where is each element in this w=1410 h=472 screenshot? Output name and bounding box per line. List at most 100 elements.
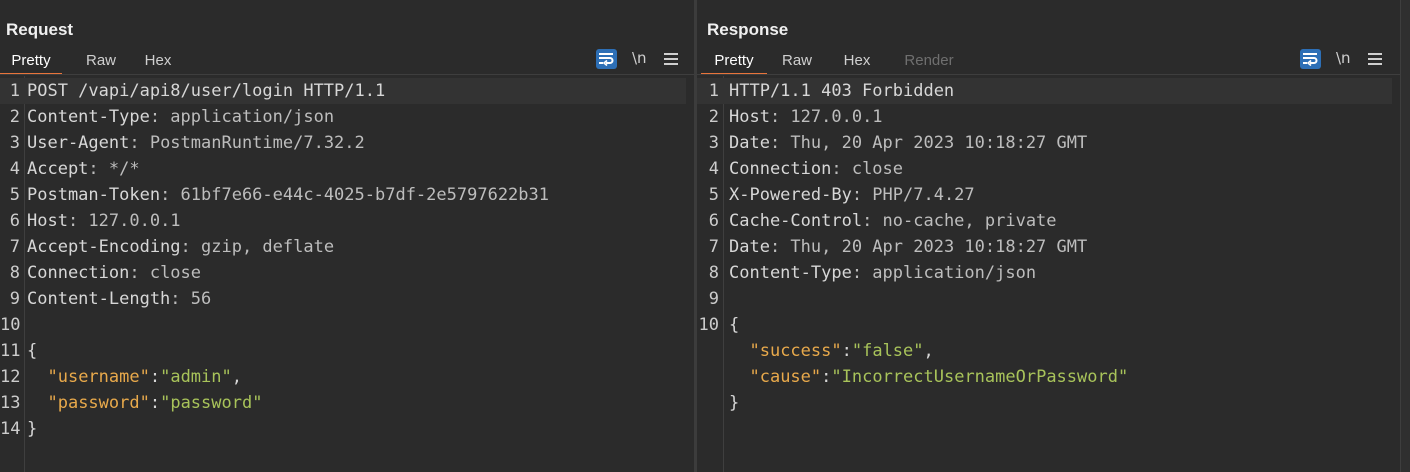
code-token: X-Powered-By xyxy=(729,185,852,205)
line-number: 8 xyxy=(708,263,719,283)
response-code-line[interactable]: 2 Host: 127.0.0.1 xyxy=(697,104,1392,130)
code-token: : 61bf7e66-e44c-4025-b7df-2e5797622b31 xyxy=(160,185,549,205)
line-content: Cache-Control: no-cache, private xyxy=(729,208,1057,234)
response-code-line[interactable]: } xyxy=(697,390,1392,416)
request-code-line[interactable]: 2 Content-Type: application/json xyxy=(0,104,686,130)
code-token: "password" xyxy=(160,393,263,413)
response-code-line[interactable]: 5 X-Powered-By: PHP/7.4.27 xyxy=(697,182,1392,208)
code-token: { xyxy=(27,341,38,361)
request-code-line[interactable]: 14} xyxy=(0,416,686,442)
request-tab-hex[interactable]: Hex xyxy=(132,51,184,73)
request-code-line[interactable]: 12 "username":"admin", xyxy=(0,364,686,390)
request-code-line[interactable]: 8 Connection: close xyxy=(0,260,686,286)
request-menu-icon[interactable] xyxy=(664,50,678,68)
line-number: 6 xyxy=(708,211,719,231)
word-wrap-icon xyxy=(1303,53,1318,66)
request-tabs: Pretty Raw Hex xyxy=(0,51,184,75)
response-code-line[interactable]: 9 xyxy=(697,286,1392,312)
code-token: Host xyxy=(27,211,68,231)
request-code-line[interactable]: 11 { xyxy=(0,338,686,364)
code-token: { xyxy=(729,315,740,335)
code-token: Accept-Encoding xyxy=(27,237,181,257)
code-token: Content-Length xyxy=(27,289,171,309)
request-editor[interactable]: 1 POST /vapi/api8/user/login HTTP/1.1 2 Con… xyxy=(0,76,694,472)
request-tab-divider xyxy=(0,74,694,75)
request-tab-pretty[interactable]: Pretty xyxy=(0,51,62,75)
response-editor[interactable]: 1 HTTP/1.1 403 Forbidden 2 Host: 127.0.0.1 3… xyxy=(697,76,1400,472)
line-content: Connection: close xyxy=(729,156,903,182)
line-content: Host: 127.0.0.1 xyxy=(729,104,883,130)
response-code-line[interactable]: "success":"false", xyxy=(697,338,1392,364)
code-token: : */* xyxy=(88,159,140,179)
response-code-line[interactable]: 6 Cache-Control: no-cache, private xyxy=(697,208,1392,234)
code-token: "username" xyxy=(47,367,150,387)
response-tab-render[interactable]: Render xyxy=(889,51,969,73)
code-token: } xyxy=(27,419,38,439)
response-code-line[interactable]: 8 Content-Type: application/json xyxy=(697,260,1392,286)
response-code-line[interactable]: 7 Date: Thu, 20 Apr 2023 10:18:27 GMT xyxy=(697,234,1392,260)
line-number: 11 xyxy=(0,341,21,361)
line-number: 10 xyxy=(698,315,719,335)
code-token: : xyxy=(841,341,852,361)
line-content: } xyxy=(27,416,37,442)
request-code-line[interactable]: 10 xyxy=(0,312,686,338)
request-code-line[interactable]: 4 Accept: */* xyxy=(0,156,686,182)
code-token: : 127.0.0.1 xyxy=(67,211,181,231)
request-show-newlines-button[interactable]: \n xyxy=(632,49,647,67)
line-content: X-Powered-By: PHP/7.4.27 xyxy=(729,182,975,208)
request-code-line[interactable]: 7 Accept-Encoding: gzip, deflate xyxy=(0,234,686,260)
request-code-line[interactable]: 5 Postman-Token: 61bf7e66-e44c-4025-b7df-… xyxy=(0,182,686,208)
code-token: Host xyxy=(729,107,770,127)
line-content: Content-Length: 56 xyxy=(27,286,211,312)
line-number: 14 xyxy=(0,419,21,439)
response-code-line[interactable]: 1 HTTP/1.1 403 Forbidden xyxy=(697,78,1392,104)
line-number: 1 xyxy=(708,81,719,101)
code-token: Accept xyxy=(27,159,89,179)
line-content: "password":"password" xyxy=(27,390,262,416)
response-code-line[interactable]: 4 Connection: close xyxy=(697,156,1392,182)
line-content: Host: 127.0.0.1 xyxy=(27,208,181,234)
line-content: HTTP/1.1 403 Forbidden xyxy=(729,78,954,104)
code-token: POST /vapi/api8/user/login HTTP/1.1 xyxy=(27,81,386,101)
response-code-line[interactable]: "cause":"IncorrectUsernameOrPassword" xyxy=(697,364,1392,390)
code-token: : application/json xyxy=(851,263,1037,283)
code-token: : PostmanRuntime/7.32.2 xyxy=(129,133,365,153)
code-token: : 127.0.0.1 xyxy=(769,107,883,127)
code-token: Date xyxy=(729,237,770,257)
code-token: Cache-Control xyxy=(729,211,863,231)
code-token: "admin" xyxy=(160,367,232,387)
code-token: : close xyxy=(831,159,904,179)
response-code-line[interactable]: 10 { xyxy=(697,312,1392,338)
request-code-line[interactable]: 1 POST /vapi/api8/user/login HTTP/1.1 xyxy=(0,78,686,104)
response-code-line[interactable]: 3 Date: Thu, 20 Apr 2023 10:18:27 GMT xyxy=(697,130,1392,156)
word-wrap-icon xyxy=(599,53,614,66)
request-code-line[interactable]: 9 Content-Length: 56 xyxy=(0,286,686,312)
code-token: "cause" xyxy=(749,367,822,387)
code-token: : PHP/7.4.27 xyxy=(851,185,975,205)
code-token: "password" xyxy=(47,393,150,413)
request-word-wrap-button[interactable] xyxy=(596,49,617,69)
line-content: { xyxy=(729,312,739,338)
response-tab-pretty[interactable]: Pretty xyxy=(701,51,767,75)
request-tab-raw[interactable]: Raw xyxy=(70,51,132,73)
line-number: 4 xyxy=(708,159,719,179)
code-token: : xyxy=(149,393,161,413)
response-tabs: Pretty Raw Hex Render xyxy=(701,51,969,75)
code-token: : gzip, deflate xyxy=(180,237,335,257)
response-word-wrap-button[interactable] xyxy=(1300,49,1321,69)
response-menu-icon[interactable] xyxy=(1368,50,1382,68)
request-code-line[interactable]: 6 Host: 127.0.0.1 xyxy=(0,208,686,234)
line-content: Postman-Token: 61bf7e66-e44c-4025-b7df-2… xyxy=(27,182,549,208)
response-title: Response xyxy=(707,20,789,39)
response-tab-hex[interactable]: Hex xyxy=(827,51,887,73)
request-code-line[interactable]: 3 User-Agent: PostmanRuntime/7.32.2 xyxy=(0,130,686,156)
response-tab-raw[interactable]: Raw xyxy=(767,51,827,73)
code-token: Date xyxy=(729,133,770,153)
line-number: 7 xyxy=(9,237,20,257)
response-show-newlines-button[interactable]: \n xyxy=(1336,49,1351,67)
request-code-line[interactable]: 13 "password":"password" xyxy=(0,390,686,416)
line-number: 9 xyxy=(9,289,20,309)
line-content: Accept-Encoding: gzip, deflate xyxy=(27,234,334,260)
